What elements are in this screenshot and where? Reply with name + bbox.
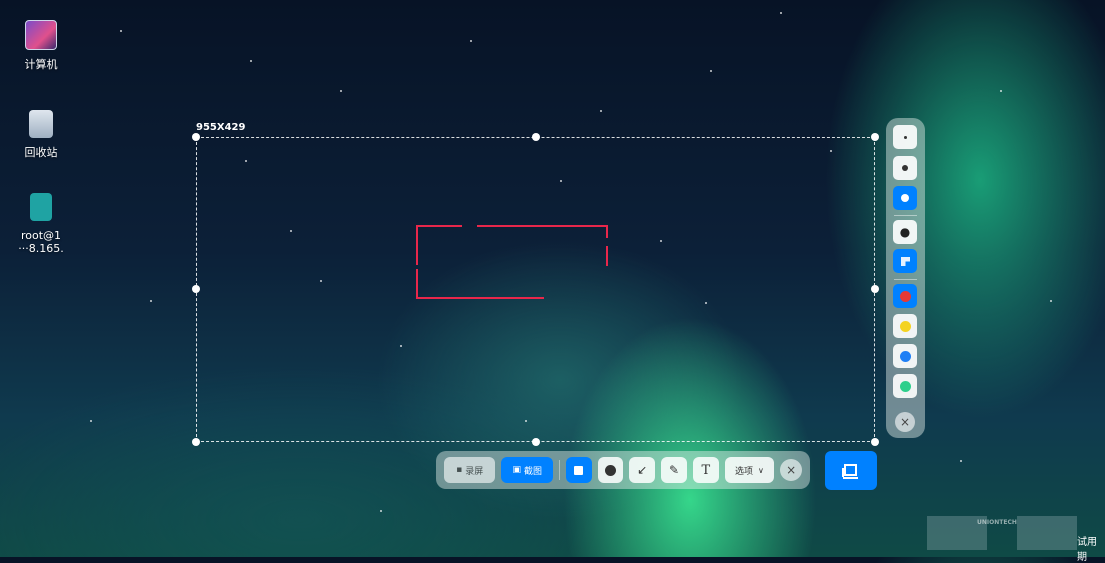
- color-red-button[interactable]: [893, 284, 917, 308]
- color-swatch: [899, 290, 911, 302]
- color-blue-button[interactable]: [893, 344, 917, 368]
- resize-handle-bl[interactable]: [192, 438, 200, 446]
- arrow-tool-button[interactable]: ↙: [629, 457, 656, 483]
- desktop-icon-label: 计算机: [24, 58, 58, 71]
- arrow-icon: ↙: [637, 463, 648, 477]
- dot-medium-icon: [902, 165, 908, 171]
- trial-label: 试用期: [1077, 537, 1097, 563]
- drop-icon: ●: [899, 225, 911, 239]
- dot-small-icon: [903, 135, 907, 139]
- resize-handle-bc[interactable]: [532, 438, 540, 446]
- watermark-brand: UNIONTECH: [977, 519, 1017, 526]
- pen-tool-button[interactable]: ✎: [661, 457, 687, 483]
- capture-selection[interactable]: [196, 137, 875, 442]
- computer-icon: [25, 20, 57, 50]
- file-icon: [30, 193, 52, 221]
- blur-tool-button[interactable]: ●: [893, 220, 917, 244]
- resize-handle-ml[interactable]: [192, 285, 200, 293]
- resize-handle-tc[interactable]: [532, 133, 540, 141]
- desktop-icon-computer[interactable]: 计算机: [18, 20, 64, 71]
- panel-close-button[interactable]: ×: [895, 412, 915, 432]
- trash-icon: [29, 110, 53, 138]
- screenshot-button[interactable]: ▣ 截图: [501, 457, 553, 483]
- desktop-icon-terminal[interactable]: root@1 ···8.165.: [18, 193, 64, 255]
- save-capture-button[interactable]: [825, 451, 877, 490]
- desktop-icon-label: root@1 ···8.165.: [18, 229, 64, 255]
- toolbar-divider: [558, 460, 560, 480]
- desktop-icon-trash[interactable]: 回收站: [18, 110, 64, 159]
- screenshot-label: 截图: [523, 466, 542, 477]
- panel-divider: [894, 215, 917, 216]
- color-swatch: [899, 380, 911, 392]
- close-icon: ×: [899, 415, 911, 429]
- close-icon: ×: [786, 463, 797, 477]
- rectangle-tool-button[interactable]: [565, 457, 592, 483]
- resize-handle-tr[interactable]: [871, 133, 879, 141]
- resize-handle-tl[interactable]: [192, 133, 200, 141]
- watermark-logo: UNIONTECH: [927, 516, 1077, 550]
- mosaic-tool-button[interactable]: [893, 249, 917, 273]
- capture-toolbar: ▪ 录屏 ▣ 截图 ↙ ✎ T 选项 ∨ ×: [436, 451, 810, 489]
- dot-large-icon: [901, 194, 909, 202]
- resize-handle-mr[interactable]: [871, 285, 879, 293]
- save-icon: [842, 463, 858, 479]
- color-green-button[interactable]: [893, 374, 917, 398]
- chevron-down-icon: ∨: [758, 465, 764, 475]
- screenshot-icon: ▣: [512, 465, 521, 475]
- options-dropdown[interactable]: 选项 ∨: [724, 457, 775, 483]
- record-button[interactable]: ▪ 录屏: [444, 457, 496, 483]
- text-tool-button[interactable]: T: [692, 457, 719, 483]
- options-label: 选项: [735, 466, 754, 477]
- square-icon: [574, 465, 584, 475]
- close-button[interactable]: ×: [780, 459, 802, 481]
- color-swatch: [899, 350, 911, 362]
- selection-size-label: 955X429: [196, 122, 246, 133]
- text-icon: T: [701, 462, 711, 478]
- stroke-size-large-button[interactable]: [893, 186, 917, 210]
- color-yellow-button[interactable]: [893, 314, 917, 338]
- panel-divider: [894, 279, 917, 280]
- record-label: 录屏: [465, 466, 484, 477]
- circle-icon: [605, 464, 617, 476]
- desktop-icon-label: 回收站: [24, 146, 58, 159]
- resize-handle-br[interactable]: [871, 438, 879, 446]
- pen-icon: ✎: [669, 463, 680, 477]
- ellipse-tool-button[interactable]: [597, 457, 624, 483]
- stroke-size-medium-button[interactable]: [893, 156, 917, 180]
- color-swatch: [899, 320, 911, 332]
- style-panel: ● ×: [886, 118, 925, 438]
- camera-icon: ▪: [456, 465, 463, 475]
- stroke-size-small-button[interactable]: [893, 125, 917, 149]
- mosaic-icon: [900, 256, 910, 266]
